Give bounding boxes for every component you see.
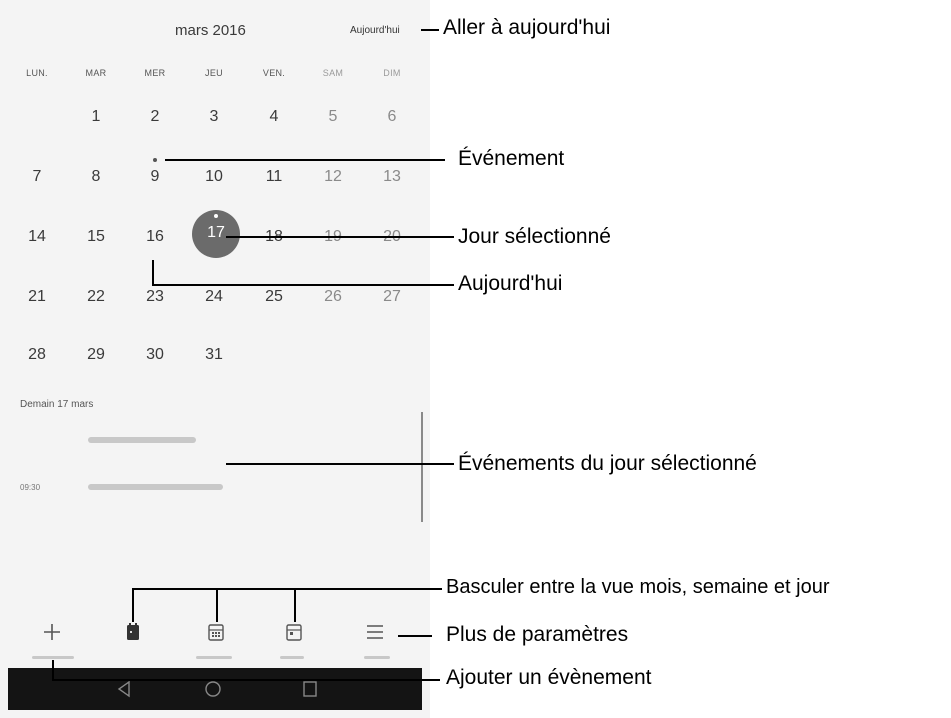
day-cell[interactable]: 28	[12, 346, 62, 364]
callout-line	[132, 588, 134, 622]
day-cell[interactable]: 31	[189, 346, 239, 364]
day-cell[interactable]: 22	[71, 288, 121, 306]
scrollbar[interactable]	[421, 412, 423, 522]
toolbar-label	[364, 656, 390, 659]
plus-icon	[44, 624, 60, 640]
agenda-event-title[interactable]	[88, 484, 223, 490]
weekday-label: VEN.	[262, 68, 286, 78]
callout-selected-day: Jour sélectionné	[458, 225, 611, 248]
day-cell[interactable]: 21	[12, 288, 62, 306]
callout-add-event: Ajouter un évènement	[446, 666, 652, 689]
day-cell[interactable]: 23	[130, 288, 180, 306]
day-cell[interactable]: 8	[71, 168, 121, 186]
callout-today: Aujourd'hui	[458, 272, 563, 295]
system-nav-bar	[8, 668, 422, 710]
callout-line	[216, 588, 218, 622]
day-cell[interactable]: 1	[71, 108, 121, 126]
agenda-time: 09:30	[20, 483, 41, 492]
day-cell[interactable]: 9	[130, 168, 180, 186]
callout-switch-view: Basculer entre la vue mois, semaine et j…	[446, 576, 830, 598]
day-cell-selected[interactable]: 17	[191, 224, 241, 242]
callout-line	[398, 635, 432, 637]
callout-line	[226, 463, 454, 465]
toolbar-label	[280, 656, 304, 659]
month-view-icon	[127, 623, 139, 640]
event-dot	[214, 214, 218, 218]
day-cell-today[interactable]: 16	[130, 228, 180, 246]
agenda-event-title[interactable]	[88, 437, 196, 443]
more-settings-button[interactable]	[355, 612, 395, 652]
back-icon	[117, 680, 130, 698]
callout-day-events: Événements du jour sélectionné	[458, 452, 757, 475]
callout-line	[294, 588, 296, 622]
week-view-icon	[208, 624, 224, 641]
day-cell[interactable]: 10	[189, 168, 239, 186]
weekday-label: MER	[144, 68, 166, 78]
callout-line	[421, 29, 439, 31]
day-cell[interactable]: 30	[130, 346, 180, 364]
callout-line	[52, 679, 440, 681]
callout-line	[152, 260, 154, 285]
add-event-button[interactable]	[32, 612, 72, 652]
day-cell[interactable]: 13	[367, 168, 417, 186]
weekday-label: JEU	[205, 68, 223, 78]
toolbar-label	[196, 656, 232, 659]
event-dot	[153, 158, 157, 162]
day-cell[interactable]: 11	[249, 168, 299, 186]
recents-icon	[303, 681, 317, 697]
day-cell[interactable]: 26	[308, 288, 358, 306]
day-cell[interactable]: 27	[367, 288, 417, 306]
bottom-toolbar	[0, 612, 430, 662]
day-cell[interactable]: 14	[12, 228, 62, 246]
day-cell[interactable]: 24	[189, 288, 239, 306]
agenda-date: Demain 17 mars	[20, 399, 94, 410]
day-cell[interactable]: 2	[130, 108, 180, 126]
callout-more-settings: Plus de paramètres	[446, 623, 629, 646]
calendar-screen: mars 2016 Aujourd'hui LUN. MAR MER JEU V…	[0, 0, 430, 718]
callout-line	[132, 588, 442, 590]
day-cell[interactable]: 4	[249, 108, 299, 126]
day-cell[interactable]: 29	[71, 346, 121, 364]
day-cell[interactable]: 3	[189, 108, 239, 126]
day-cell[interactable]: 7	[12, 168, 62, 186]
toolbar-label	[32, 656, 74, 659]
callout-line	[226, 236, 454, 238]
weekday-label: MAR	[85, 68, 107, 78]
callout-event: Événement	[458, 147, 565, 170]
day-cell[interactable]: 6	[367, 108, 417, 126]
callout-today-button: Aller à aujourd'hui	[443, 16, 611, 39]
home-icon	[205, 681, 221, 697]
home-button[interactable]	[204, 680, 222, 703]
day-cell[interactable]: 15	[71, 228, 121, 246]
day-cell[interactable]: 12	[308, 168, 358, 186]
menu-icon	[367, 625, 383, 639]
back-button[interactable]	[116, 680, 132, 703]
weekday-label: DIM	[383, 68, 401, 78]
callout-line	[165, 159, 445, 161]
weekday-label: SAM	[322, 68, 344, 78]
callout-line	[52, 660, 54, 680]
day-view-icon	[286, 624, 302, 641]
weekday-label: LUN.	[26, 68, 48, 78]
day-cell[interactable]: 5	[308, 108, 358, 126]
today-button[interactable]: Aujourd'hui	[350, 25, 400, 36]
callout-line	[152, 284, 454, 286]
month-title: mars 2016	[175, 22, 246, 39]
day-cell[interactable]: 25	[249, 288, 299, 306]
recents-button[interactable]	[302, 680, 318, 703]
